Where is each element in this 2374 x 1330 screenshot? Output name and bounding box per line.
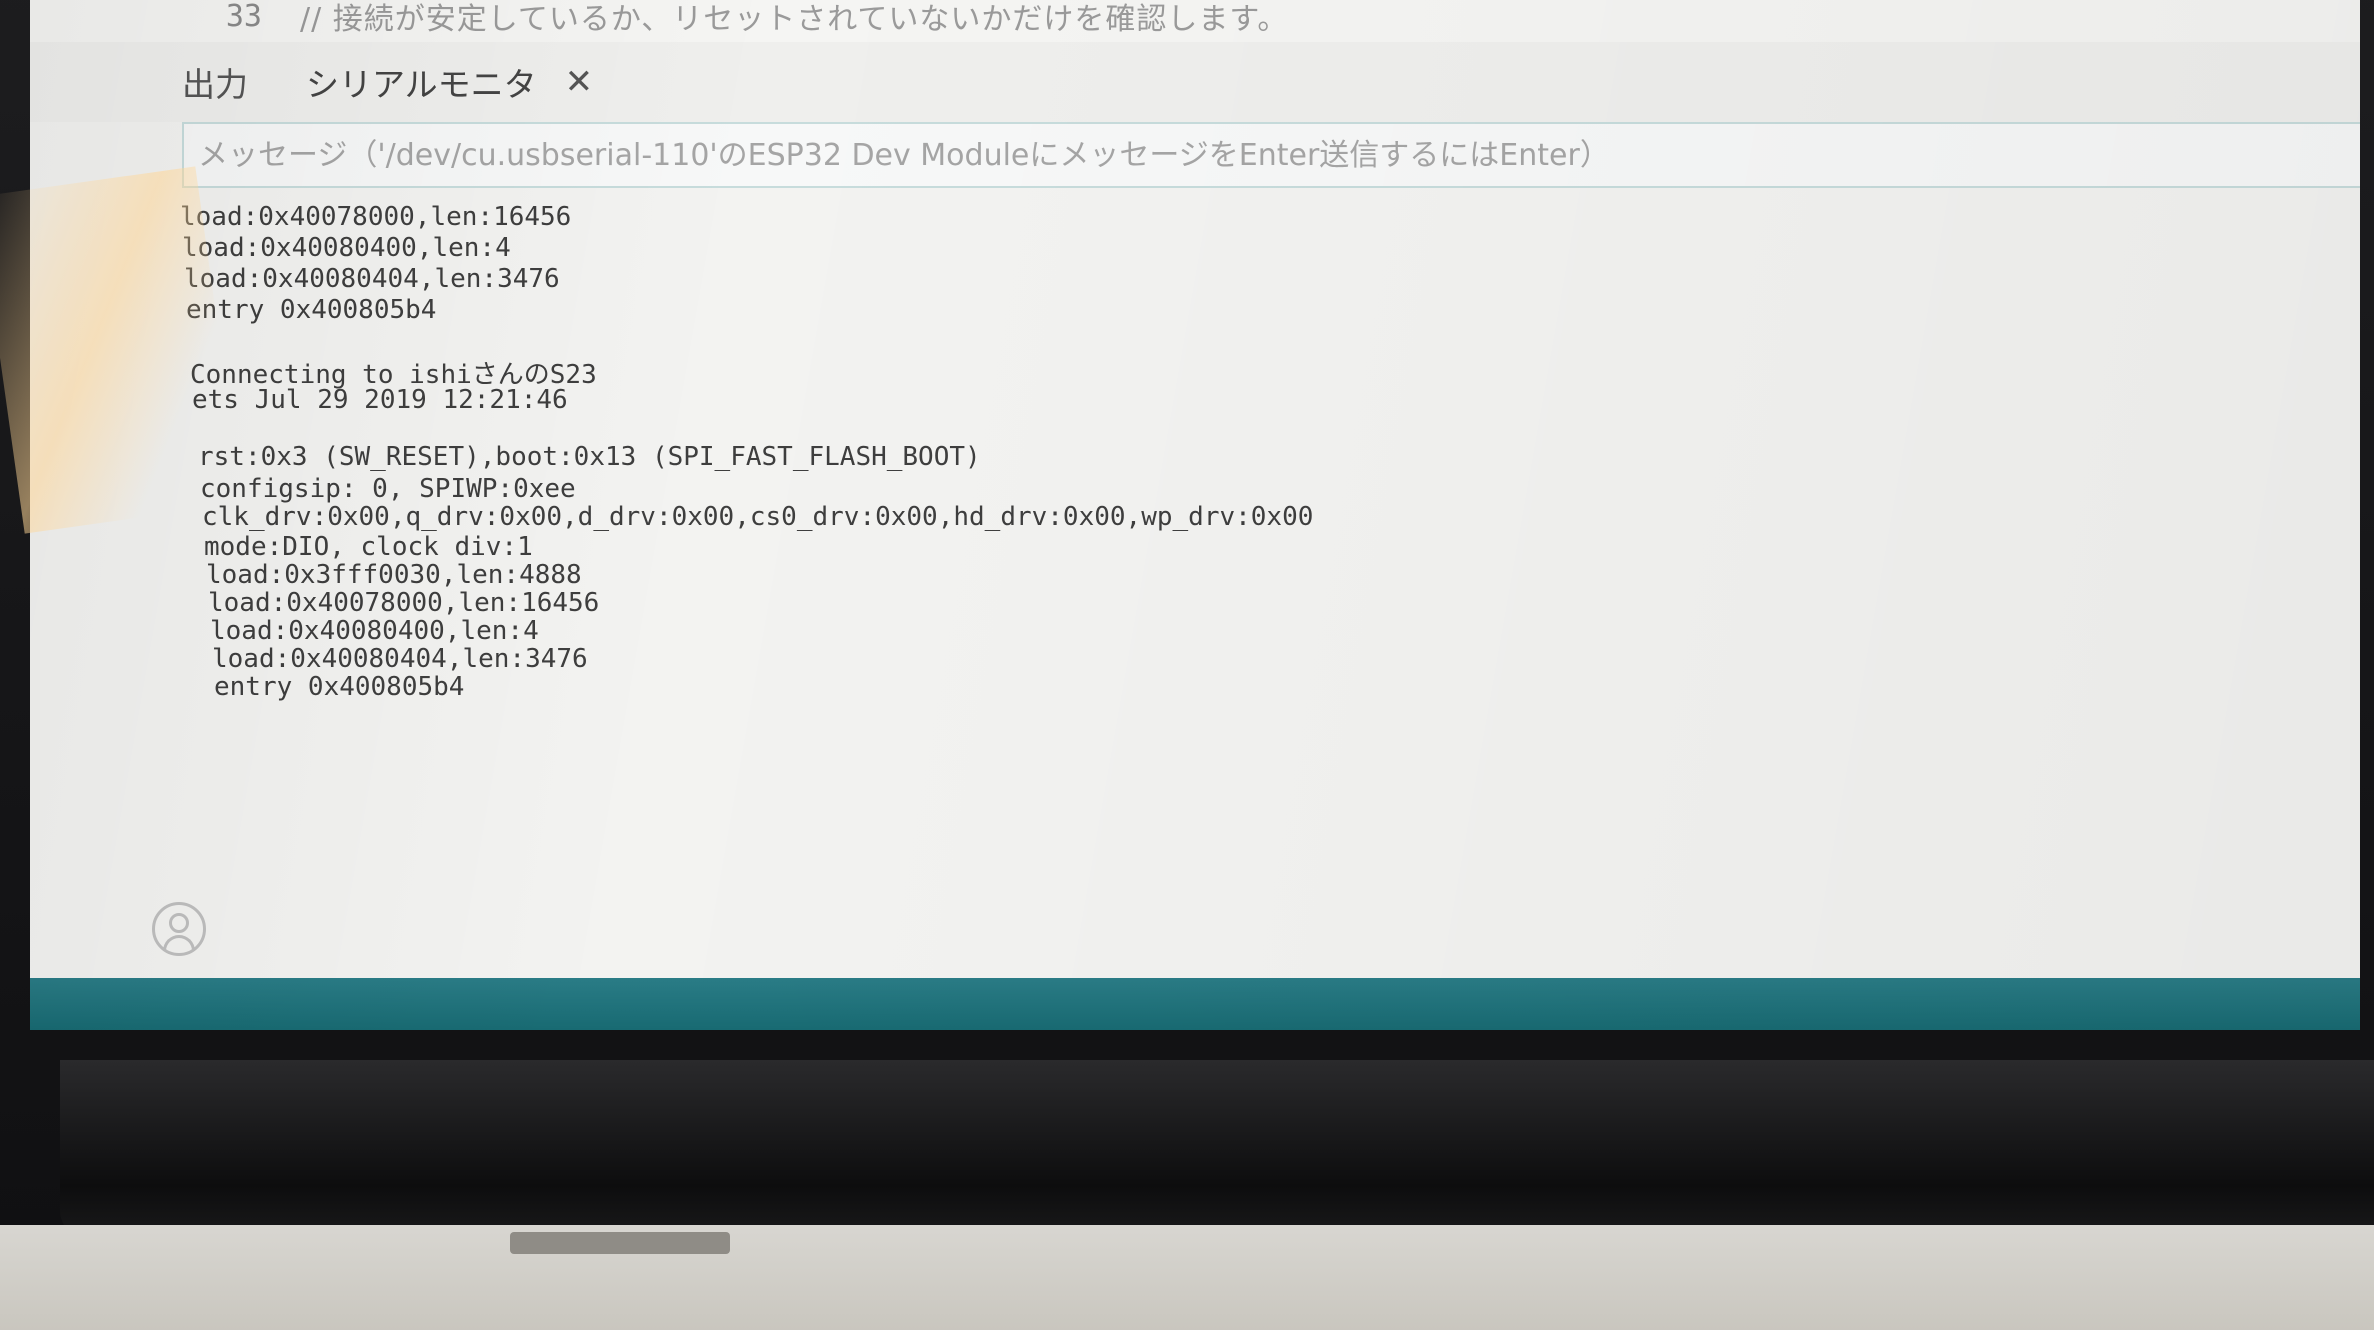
console-line: load:0x40080404,len:3476 [184,264,560,294]
line-number: 33 [225,0,262,34]
laptop-bezel-chin [60,1060,2374,1240]
tab-serial-monitor[interactable]: シリアルモニタ [306,58,537,106]
console-line: mode:DIO, clock div:1 [204,532,533,562]
account-icon[interactable] [152,902,206,956]
serial-output: load:0x40078000,len:16456 load:0x4008040… [180,202,2340,962]
console-line: load:0x40078000,len:16456 [180,202,572,232]
bottom-panel-tabs: 出力 シリアルモニタ ✕ [30,42,2360,122]
hinge-notch [510,1232,730,1254]
console-line: load:0x40080400,len:4 [210,616,539,646]
console-line: load:0x40080400,len:4 [182,233,511,263]
status-bar [30,978,2360,1030]
editor-code-line[interactable]: 33 // 接続が安定しているか、リセットされていないかだけを確認します。 [30,0,2360,43]
console-line: load:0x40080404,len:3476 [212,644,588,674]
tab-output[interactable]: 出力 [182,58,248,106]
serial-message-input[interactable] [182,122,2360,188]
console-line: clk_drv:0x00,q_drv:0x00,d_drv:0x00,cs0_d… [202,502,1314,532]
console-line: entry 0x400805b4 [186,295,437,325]
code-comment[interactable]: // 接続が安定しているか、リセットされていないかだけを確認します。 [300,0,1288,38]
console-line: load:0x3fff0030,len:4888 [206,560,582,590]
console-line: rst:0x3 (SW_RESET),boot:0x13 (SPI_FAST_F… [198,442,981,472]
console-line: ets Jul 29 2019 12:21:46 [192,385,568,415]
console-line: configsip: 0, SPIWP:0xee [200,474,576,504]
console-line: load:0x40078000,len:16456 [208,588,600,618]
photo-stage: 33 // 接続が安定しているか、リセットされていないかだけを確認します。 出力… [0,0,2374,1330]
close-icon[interactable]: ✕ [565,62,594,102]
keyboard-deck [0,1225,2374,1330]
console-line: entry 0x400805b4 [214,672,465,702]
screen: 33 // 接続が安定しているか、リセットされていないかだけを確認します。 出力… [30,0,2360,1030]
